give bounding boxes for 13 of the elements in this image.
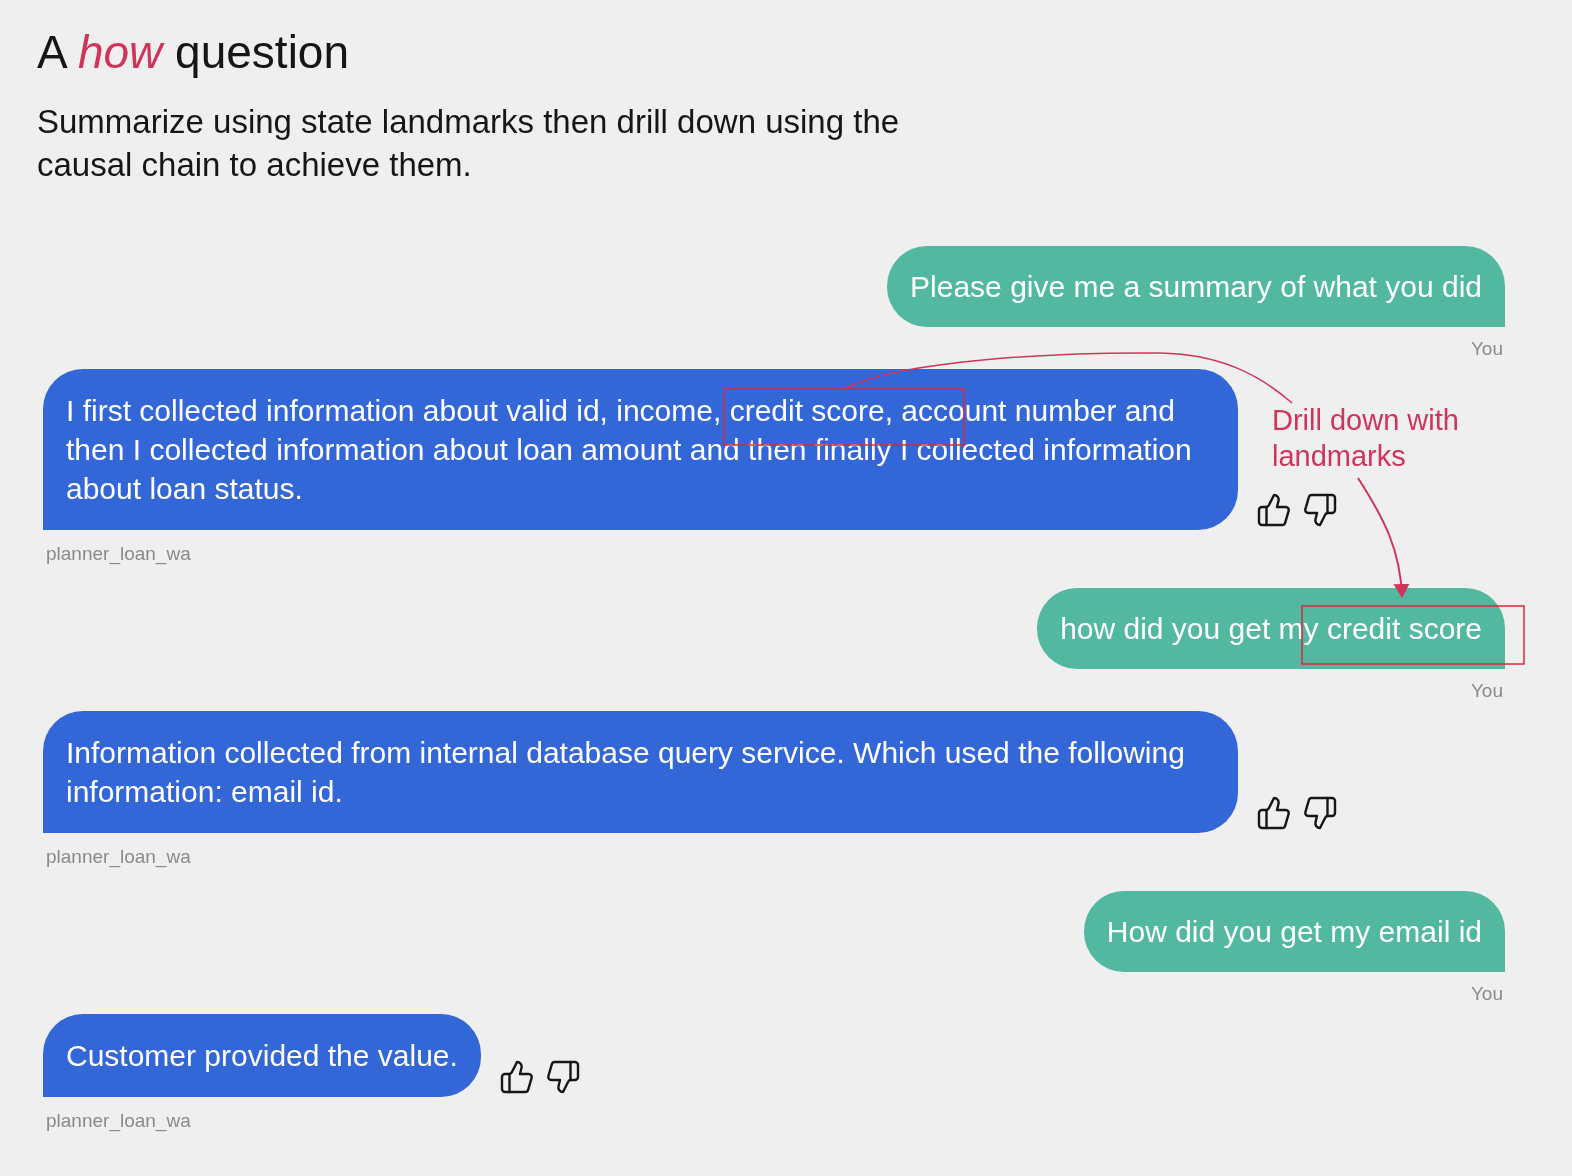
message-bubble: Information collected from internal database query service. Which used the following information: email id. <box>43 711 1238 833</box>
sender-label: You <box>1470 337 1504 361</box>
message-bubble: Customer provided the value. <box>43 1014 481 1097</box>
sender-label: You <box>1470 982 1504 1006</box>
message-bubble: Please give me a summary of what you did <box>887 246 1505 327</box>
page-title: A how question <box>37 25 351 80</box>
message-bubble: How did you get my email id <box>1083 891 1505 972</box>
sender-label: planner_loan_wa <box>46 845 191 869</box>
sender-label: You <box>1470 679 1504 703</box>
sender-label: planner_loan_wa <box>46 542 191 566</box>
sender-label: planner_loan_wa <box>46 1109 191 1133</box>
page-subtitle: Summarize using state landmarks then drill down using the causal chain to achieve them. <box>37 102 901 185</box>
annotation-text: Drill down with landmarks <box>1272 403 1460 474</box>
